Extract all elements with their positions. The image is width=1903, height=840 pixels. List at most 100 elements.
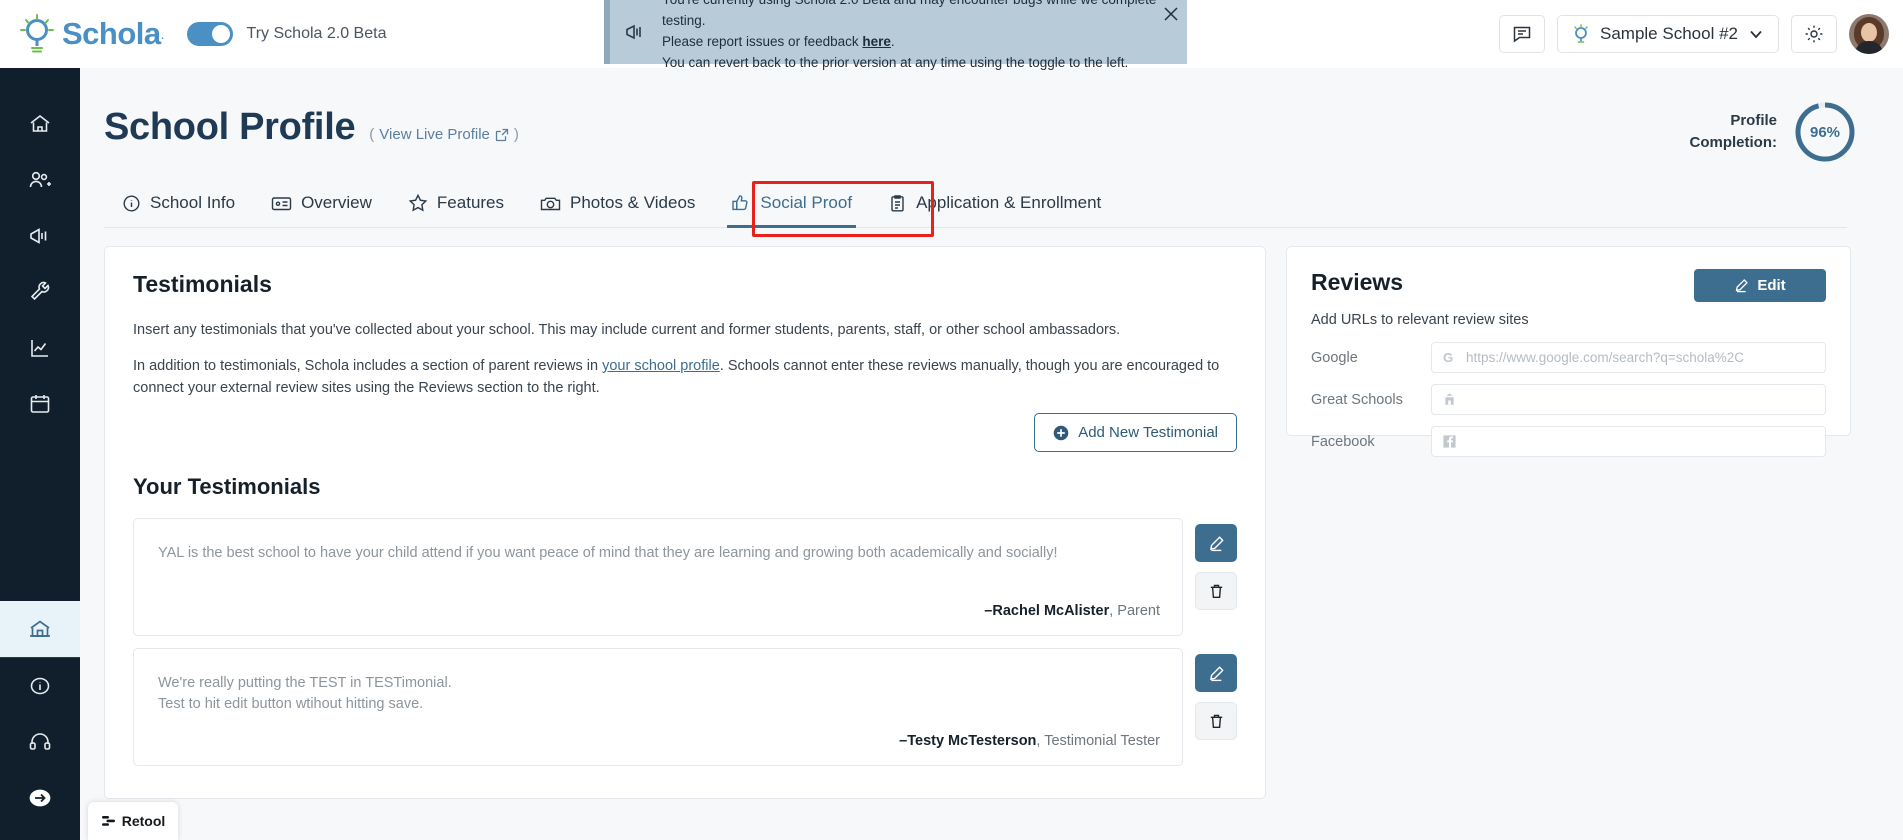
tab-features[interactable]: Features [390, 183, 522, 227]
add-new-testimonial-button[interactable]: Add New Testimonial [1034, 413, 1237, 453]
chevron-down-icon [1748, 26, 1764, 42]
testimonials-card: Testimonials Insert any testimonials tha… [104, 246, 1266, 800]
school-lightbulb-icon [1572, 24, 1590, 44]
clipboard-icon [888, 194, 907, 213]
profile-completion: Profile Completion: 96% [1690, 100, 1858, 164]
school-building-icon [27, 616, 53, 642]
google-url-value: https://www.google.com/search?q=schola%2… [1466, 350, 1745, 365]
school-selector-label: Sample School #2 [1600, 24, 1738, 43]
close-icon[interactable] [1163, 6, 1179, 22]
school-selector[interactable]: Sample School #2 [1557, 15, 1779, 53]
svg-text:G: G [1443, 350, 1453, 365]
sidebar-item-info[interactable] [0, 658, 80, 714]
testimonial-row: YAL is the best school to have your chil… [133, 518, 1237, 637]
megaphone-icon [28, 224, 52, 248]
page-header: School Profile ( View Live Profile ) Pro… [80, 68, 1903, 162]
facebook-icon [1442, 434, 1457, 449]
pencil-icon [1734, 278, 1749, 293]
headset-icon [28, 730, 52, 754]
brand-name: Schola [62, 16, 161, 51]
tab-label: Photos & Videos [570, 193, 696, 212]
tab-label: Features [436, 193, 505, 212]
great-schools-url-input[interactable] [1431, 384, 1826, 415]
testimonial-author: –Rachel McAlister [984, 603, 1110, 620]
home-icon [28, 112, 52, 136]
testimonial-actions [1195, 518, 1237, 636]
arrow-right-circle-icon [27, 785, 53, 811]
pencil-icon [1208, 665, 1225, 682]
retool-label: Retool [121, 813, 166, 829]
sidebar-item-tools[interactable] [0, 264, 80, 320]
banner-line-1: You're currently using Schola 2.0 Beta a… [662, 0, 1156, 29]
thumbs-up-icon [731, 193, 751, 213]
review-row-great-schools: Great Schools [1311, 384, 1826, 415]
settings-button[interactable] [1791, 15, 1837, 53]
tab-label: School Info [150, 193, 236, 212]
tab-application-enrollment[interactable]: Application & Enrollment [870, 183, 1119, 227]
id-card-icon [271, 194, 292, 213]
tab-label: Social Proof [760, 193, 853, 212]
reviews-subtitle: Add URLs to relevant review sites [1311, 312, 1529, 328]
delete-testimonial-button[interactable] [1195, 702, 1237, 741]
plus-circle-icon [1053, 425, 1069, 441]
content-grid: Testimonials Insert any testimonials tha… [80, 228, 1903, 800]
testimonial-text: YAL is the best school to have your chil… [158, 545, 1058, 562]
testimonial-actions [1195, 648, 1237, 766]
edit-testimonial-button[interactable] [1195, 524, 1237, 563]
tab-overview[interactable]: Overview [253, 183, 390, 227]
edit-reviews-button[interactable]: Edit [1694, 269, 1826, 302]
review-label: Facebook [1311, 433, 1375, 450]
testimonial-attribution: –Rachel McAlister, Parent [158, 603, 1160, 619]
review-label: Google [1311, 349, 1358, 366]
facebook-url-input[interactable] [1431, 426, 1826, 457]
greatschools-icon [1442, 392, 1457, 407]
tab-school-info[interactable]: School Info [104, 183, 253, 227]
review-row-facebook: Facebook [1311, 426, 1826, 457]
retool-badge[interactable]: Retool [88, 802, 178, 840]
info-circle-icon [122, 194, 141, 213]
google-url-input[interactable]: G https://www.google.com/search?q=schola… [1431, 342, 1826, 373]
brand-dot: . [160, 26, 165, 42]
testimonials-paragraph-1: Insert any testimonials that you've coll… [133, 322, 1121, 338]
beta-toggle[interactable] [186, 22, 233, 46]
sidebar-item-calendar[interactable] [0, 376, 80, 432]
sidebar [0, 68, 80, 840]
messages-button[interactable] [1499, 15, 1545, 53]
add-user-icon [28, 168, 52, 192]
view-live-profile-label: View Live Profile [379, 126, 490, 143]
tab-label: Application & Enrollment [916, 193, 1102, 212]
tab-label: Overview [301, 193, 372, 212]
tab-social-proof[interactable]: Social Proof [713, 183, 870, 228]
sidebar-item-families[interactable] [0, 152, 80, 208]
brand-logo[interactable]: Schola . [0, 11, 165, 57]
profile-tabs: School Info Overview Features Photos & V… [104, 181, 1847, 237]
profile-completion-ring: 96% [1793, 100, 1857, 164]
banner-line-3: You can revert back to the prior version… [662, 54, 1129, 70]
sidebar-item-home[interactable] [0, 96, 80, 152]
view-live-profile-link[interactable]: ( View Live Profile ) [369, 126, 519, 143]
your-school-profile-link[interactable]: your school profile [602, 358, 720, 374]
edit-testimonial-button[interactable] [1195, 654, 1237, 693]
star-icon [408, 193, 428, 213]
sidebar-item-support[interactable] [0, 714, 80, 770]
sidebar-item-logout[interactable] [0, 770, 80, 826]
tab-photos-videos[interactable]: Photos & Videos [522, 183, 713, 227]
camera-icon [540, 194, 561, 213]
info-circle-icon [28, 674, 52, 698]
banner-feedback-link[interactable]: here [862, 34, 891, 49]
testimonial-row: We're really putting the TEST in TESTimo… [133, 648, 1237, 767]
avatar[interactable] [1849, 14, 1889, 54]
beta-toggle-label: Try Schola 2.0 Beta [246, 25, 387, 42]
sidebar-item-marketing[interactable] [0, 208, 80, 264]
chart-line-icon [28, 336, 52, 360]
sidebar-item-analytics[interactable] [0, 320, 80, 376]
page-title: School Profile [104, 106, 356, 148]
delete-testimonial-button[interactable] [1195, 572, 1237, 611]
profile-completion-label: Profile Completion: [1689, 112, 1778, 151]
profile-completion-percent: 96% [1809, 123, 1841, 141]
banner-line-2: Please report issues or feedback here. [662, 34, 895, 49]
megaphone-icon [624, 19, 650, 45]
testimonial-role: , Testimonial Tester [1036, 733, 1160, 750]
top-bar-actions: Sample School #2 [1499, 0, 1889, 68]
sidebar-item-school-profile[interactable] [0, 601, 80, 657]
